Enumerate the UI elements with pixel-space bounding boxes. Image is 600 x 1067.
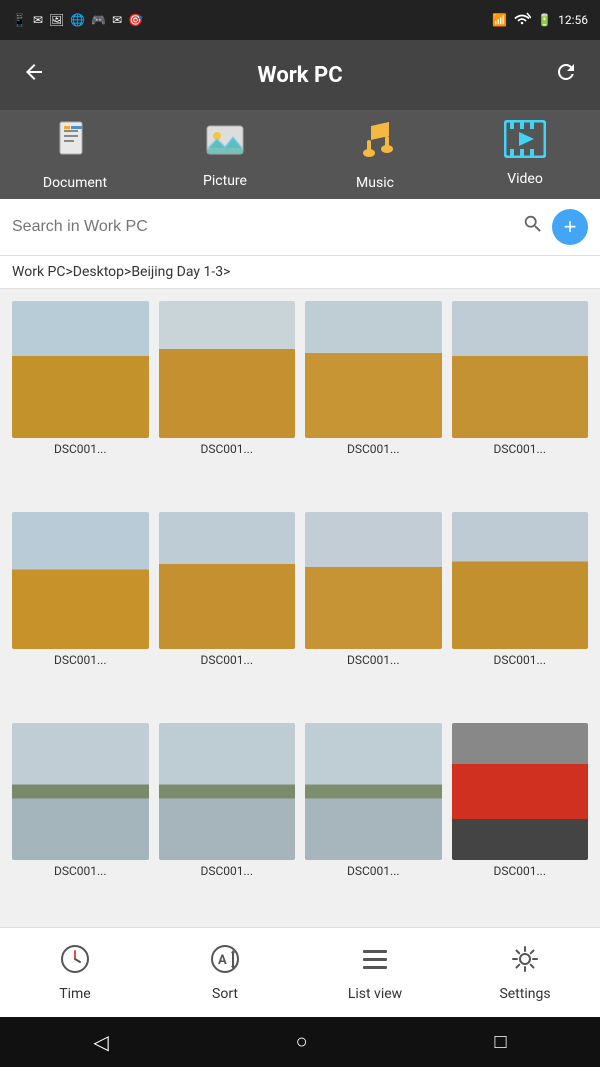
photo-thumb-1: [12, 301, 149, 438]
nav-settings[interactable]: Settings: [450, 935, 600, 1010]
list-view-label: List view: [348, 986, 402, 1002]
photo-name-1: DSC001...: [12, 442, 149, 456]
svg-text:A: A: [218, 953, 227, 968]
signal-icon: 📶: [492, 13, 507, 27]
photo-name-3: DSC001...: [305, 442, 442, 456]
photo-item-10[interactable]: DSC001...: [159, 723, 296, 924]
category-bar: Document Picture Music: [0, 110, 600, 199]
icon-phone: 📱: [12, 13, 27, 27]
page-title: Work PC: [257, 63, 342, 88]
photo-name-9: DSC001...: [12, 864, 149, 878]
photo-item-2[interactable]: DSC001...: [159, 301, 296, 502]
sort-icon: A: [209, 943, 241, 982]
music-label: Music: [356, 175, 394, 191]
search-bar: +: [0, 199, 600, 256]
photo-item-12[interactable]: DSC001...: [452, 723, 589, 924]
photo-item-5[interactable]: DSC001...: [12, 512, 149, 713]
nav-time[interactable]: Time: [0, 935, 150, 1010]
photo-item-3[interactable]: DSC001...: [305, 301, 442, 502]
document-label: Document: [43, 175, 107, 191]
nav-sort[interactable]: A Sort: [150, 935, 300, 1010]
video-icon: [504, 120, 546, 167]
home-button[interactable]: ○: [296, 1031, 308, 1054]
photo-thumb-7: [305, 512, 442, 649]
photo-item-4[interactable]: DSC001...: [452, 301, 589, 502]
photo-name-7: DSC001...: [305, 653, 442, 667]
bottom-nav: Time A Sort List view: [0, 927, 600, 1017]
photo-thumb-9: [12, 723, 149, 860]
photo-item-6[interactable]: DSC001...: [159, 512, 296, 713]
picture-label: Picture: [203, 173, 247, 189]
photo-thumb-6: [159, 512, 296, 649]
list-view-icon: [359, 943, 391, 982]
back-button[interactable]: [16, 54, 52, 96]
photo-item-1[interactable]: DSC001...: [12, 301, 149, 502]
recent-button[interactable]: □: [494, 1031, 506, 1054]
settings-label: Settings: [499, 986, 550, 1002]
photo-name-11: DSC001...: [305, 864, 442, 878]
header: Work PC: [0, 40, 600, 110]
photo-grid: DSC001... DSC001... DSC001... DSC001... DSC0…: [0, 289, 600, 936]
status-bar: 📱 ✉ 🖼 🌐 🎮 ✉ 🎯 📶 🔋 12:56: [0, 0, 600, 40]
photo-item-9[interactable]: DSC001...: [12, 723, 149, 924]
photo-thumb-12: [452, 723, 589, 860]
refresh-button[interactable]: [548, 54, 584, 96]
photo-thumb-10: [159, 723, 296, 860]
photo-name-10: DSC001...: [159, 864, 296, 878]
system-nav: ◁ ○ □: [0, 1017, 600, 1067]
breadcrumb: Work PC>Desktop>Beijing Day 1-3>: [0, 256, 600, 289]
photo-item-8[interactable]: DSC001...: [452, 512, 589, 713]
photo-thumb-5: [12, 512, 149, 649]
back-sys-button[interactable]: ◁: [93, 1030, 108, 1055]
add-button[interactable]: +: [552, 209, 588, 245]
photo-thumb-2: [159, 301, 296, 438]
search-button[interactable]: [522, 213, 544, 241]
photo-name-4: DSC001...: [452, 442, 589, 456]
photo-name-8: DSC001...: [452, 653, 589, 667]
video-label: Video: [507, 171, 543, 187]
status-icons-right: 📶 🔋 12:56: [492, 12, 588, 29]
icon-app: 🎯: [128, 13, 143, 27]
document-icon: [56, 120, 94, 171]
photo-item-7[interactable]: DSC001...: [305, 512, 442, 713]
icon-game: 🎮: [91, 13, 106, 27]
clock: 12:56: [558, 13, 588, 27]
time-icon: [59, 943, 91, 982]
settings-icon: [509, 943, 541, 982]
sort-label: Sort: [212, 986, 238, 1002]
category-music[interactable]: Music: [300, 120, 450, 191]
icon-mail: ✉: [33, 13, 43, 27]
photo-thumb-3: [305, 301, 442, 438]
photo-name-6: DSC001...: [159, 653, 296, 667]
photo-thumb-8: [452, 512, 589, 649]
photo-name-5: DSC001...: [12, 653, 149, 667]
category-picture[interactable]: Picture: [150, 120, 300, 191]
nav-list-view[interactable]: List view: [300, 935, 450, 1010]
category-video[interactable]: Video: [450, 120, 600, 191]
photo-name-2: DSC001...: [159, 442, 296, 456]
time-label: Time: [59, 986, 90, 1002]
photo-thumb-4: [452, 301, 589, 438]
music-icon: [357, 120, 393, 171]
status-icons-left: 📱 ✉ 🖼 🌐 🎮 ✉ 🎯: [12, 13, 143, 27]
icon-image: 🖼: [49, 13, 64, 27]
photo-name-12: DSC001...: [452, 864, 589, 878]
wifi-icon: [513, 12, 531, 29]
category-document[interactable]: Document: [0, 120, 150, 191]
icon-globe: 🌐: [70, 13, 85, 27]
search-input[interactable]: [12, 218, 514, 236]
picture-icon: [205, 120, 245, 169]
icon-mail2: ✉: [112, 13, 122, 27]
photo-item-11[interactable]: DSC001...: [305, 723, 442, 924]
photo-thumb-11: [305, 723, 442, 860]
battery-icon: 🔋: [537, 13, 552, 27]
